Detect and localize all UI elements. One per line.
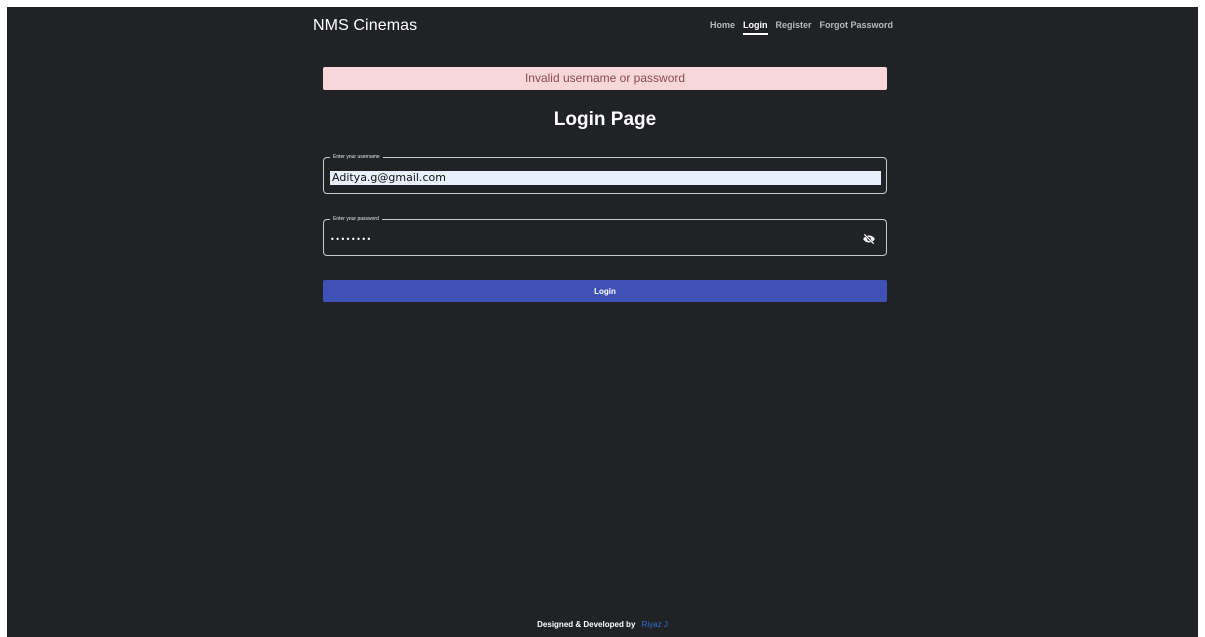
nav-login[interactable]: Login — [743, 20, 768, 35]
error-alert: Invalid username or password — [323, 67, 887, 90]
login-button[interactable]: Login — [323, 280, 887, 302]
footer-text: Designed & Developed by — [537, 620, 636, 629]
password-input[interactable] — [330, 233, 850, 247]
app-viewport: NMS Cinemas Home Login Register Forgot P… — [7, 7, 1198, 637]
nav-forgot-password[interactable]: Forgot Password — [820, 20, 894, 35]
nav-home[interactable]: Home — [710, 20, 735, 35]
author-link[interactable]: Riyaz J — [642, 620, 668, 629]
password-label: Enter your password — [330, 215, 382, 223]
eye-slash-icon[interactable] — [862, 232, 876, 246]
nav-register[interactable]: Register — [776, 20, 812, 35]
page-title: Login Page — [553, 109, 657, 130]
username-label: Enter your username — [330, 153, 383, 161]
password-field: Enter your password — [323, 215, 887, 256]
brand-title[interactable]: NMS Cinemas — [313, 17, 417, 35]
username-field: Enter your username — [323, 153, 887, 194]
top-nav: Home Login Register Forgot Password — [710, 20, 893, 35]
username-input[interactable] — [330, 171, 881, 185]
footer: Designed & Developed by Riyaz J — [7, 620, 1198, 629]
